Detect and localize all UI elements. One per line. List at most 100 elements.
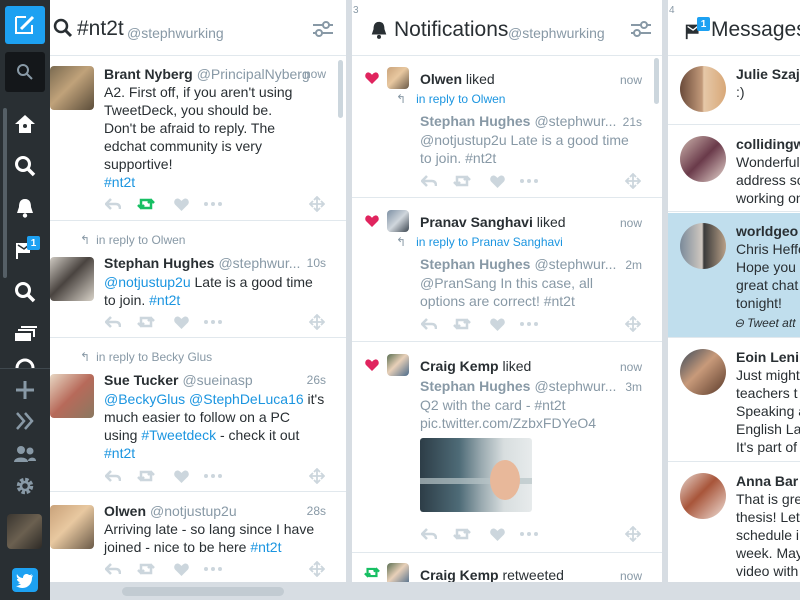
quoted-author-handle[interactable]: @stephwur...	[534, 113, 616, 129]
notification-item[interactable]: Craig Kemp liked now Stephan Hughes @step…	[352, 343, 662, 553]
notification-actor[interactable]: Pranav Sanghavi	[420, 214, 533, 230]
more-button[interactable]	[520, 526, 538, 542]
retweet-button[interactable]	[453, 526, 471, 542]
reply-context[interactable]: ↰ in reply to Olwen	[80, 233, 185, 247]
sidebar-search-2-button[interactable]	[0, 274, 50, 310]
tweet-time[interactable]: 28s	[307, 504, 326, 518]
tweet-author-name[interactable]: Sue Tucker	[104, 372, 178, 388]
sidebar-collections-button[interactable]	[0, 316, 50, 352]
reply-button[interactable]	[104, 196, 122, 212]
tweet[interactable]: Brant Nyberg @PrincipalNyberg now A2. Fir…	[50, 56, 346, 221]
tweet-time[interactable]: 10s	[307, 256, 326, 270]
like-button[interactable]	[172, 196, 190, 212]
reply-context[interactable]: ↰ in reply to Pranav Sanghavi	[396, 235, 563, 249]
hashtag-link[interactable]: #nt2t	[250, 539, 281, 555]
column-scrollbar[interactable]	[654, 58, 659, 104]
like-button[interactable]	[488, 173, 506, 189]
tweet-author-name[interactable]: Olwen	[104, 503, 146, 519]
message-avatar[interactable]	[680, 473, 726, 519]
tweet-time[interactable]: 26s	[307, 373, 326, 387]
quoted-author-name[interactable]: Stephan Hughes	[420, 113, 530, 129]
quoted-time[interactable]: 2m	[625, 258, 642, 272]
column-scrollbar[interactable]	[338, 60, 343, 118]
quoted-time[interactable]: 21s	[623, 115, 642, 129]
notification-actor[interactable]: Olwen	[420, 71, 462, 87]
hashtag-link[interactable]: #nt2t	[104, 444, 336, 462]
notification-item[interactable]: Pranav Sanghavi liked now ↰ in reply to P…	[352, 199, 662, 342]
sidebar-notifications-button[interactable]	[0, 190, 50, 226]
horizontal-scrollbar[interactable]	[50, 582, 800, 600]
more-button[interactable]	[204, 196, 222, 212]
like-button[interactable]	[488, 316, 506, 332]
more-button[interactable]	[520, 173, 538, 189]
compose-tweet-button[interactable]	[5, 6, 45, 44]
reply-context[interactable]: ↰ in reply to Becky Glus	[80, 350, 212, 364]
notification-actor-avatar[interactable]	[387, 67, 409, 89]
column-settings-icon[interactable]	[630, 20, 652, 38]
reply-context-user[interactable]: Becky Glus	[151, 350, 212, 364]
quoted-author-name[interactable]: Stephan Hughes	[420, 256, 530, 272]
tweet-avatar[interactable]	[50, 505, 94, 549]
notification-time[interactable]: now	[620, 360, 642, 374]
drag-handle[interactable]	[624, 316, 642, 332]
message-avatar[interactable]	[680, 66, 726, 112]
retweet-button[interactable]	[137, 314, 155, 330]
tweet-avatar[interactable]	[50, 257, 94, 301]
like-button[interactable]	[172, 561, 190, 577]
tweet-author-name[interactable]: Stephan Hughes	[104, 255, 214, 271]
hashtag-link[interactable]: #nt2t	[149, 292, 180, 308]
quoted-author-handle[interactable]: @stephwur...	[534, 256, 616, 272]
drag-handle[interactable]	[308, 196, 326, 212]
more-button[interactable]	[204, 468, 222, 484]
notification-actor-avatar[interactable]	[387, 563, 409, 582]
tweet-avatar[interactable]	[50, 66, 94, 110]
tweet[interactable]: Olwen @notjustup2u 28s Arriving late - so…	[50, 493, 346, 582]
like-button[interactable]	[172, 314, 190, 330]
like-button[interactable]	[488, 526, 506, 542]
notification-item[interactable]: Olwen liked now ↰ in reply to Olwen Steph…	[352, 56, 662, 198]
more-button[interactable]	[520, 316, 538, 332]
tweet-author-handle[interactable]: @PrincipalNyberg	[197, 66, 310, 82]
sidebar-search-column-button[interactable]	[0, 148, 50, 184]
drag-handle[interactable]	[624, 526, 642, 542]
tweet-author-handle[interactable]: @stephwur...	[218, 255, 300, 271]
mention-link[interactable]: @StephDeLuca16	[189, 391, 304, 407]
drag-handle[interactable]	[308, 561, 326, 577]
tweet-author-name[interactable]: Brant Nyberg	[104, 66, 193, 82]
notification-actor-avatar[interactable]	[387, 354, 409, 376]
notification-time[interactable]: now	[620, 569, 642, 582]
tweet[interactable]: ↰ in reply to Becky Glus Sue Tucker @suein…	[50, 339, 346, 492]
reply-button[interactable]	[420, 316, 438, 332]
hashtag-link[interactable]: #Tweetdeck	[141, 427, 216, 443]
sidebar-messages-button[interactable]: 1	[0, 232, 50, 268]
notification-actor[interactable]: Craig Kemp	[420, 358, 499, 374]
column-settings-icon[interactable]	[312, 20, 334, 38]
retweet-button[interactable]	[453, 173, 471, 189]
tweet-media-thumbnail[interactable]	[420, 438, 532, 512]
more-button[interactable]	[204, 314, 222, 330]
tweet-time[interactable]: now	[304, 67, 326, 81]
sidebar-home-button[interactable]	[0, 106, 50, 142]
quoted-text-line[interactable]: pic.twitter.com/ZzbxFDYeO4	[420, 414, 650, 432]
retweet-button[interactable]	[137, 196, 155, 212]
message-avatar[interactable]	[680, 349, 726, 395]
settings-button[interactable]	[0, 468, 50, 504]
notification-actor[interactable]: Craig Kemp	[420, 567, 499, 582]
message-thread-selected[interactable]: worldgeo Chris Heffe Hope you great chat ton…	[668, 213, 800, 338]
sidebar-activity-button[interactable]	[0, 352, 50, 368]
quoted-author-handle[interactable]: @stephwur...	[534, 378, 616, 394]
like-button[interactable]	[172, 468, 190, 484]
notification-item[interactable]: Craig Kemp retweeted now	[352, 554, 662, 582]
reply-button[interactable]	[104, 468, 122, 484]
drag-handle[interactable]	[308, 468, 326, 484]
tweet-author-handle[interactable]: @sueinasp	[182, 372, 252, 388]
drag-handle[interactable]	[308, 314, 326, 330]
horizontal-scrollbar-thumb[interactable]	[122, 587, 284, 596]
tweet-author-handle[interactable]: @notjustup2u	[150, 503, 237, 519]
reply-context[interactable]: ↰ in reply to Olwen	[396, 92, 505, 106]
notification-time[interactable]: now	[620, 73, 642, 87]
tweet[interactable]: ↰ in reply to Olwen Stephan Hughes @stephw…	[50, 222, 346, 338]
notification-actor-avatar[interactable]	[387, 210, 409, 232]
reply-button[interactable]	[104, 561, 122, 577]
more-button[interactable]	[204, 561, 222, 577]
